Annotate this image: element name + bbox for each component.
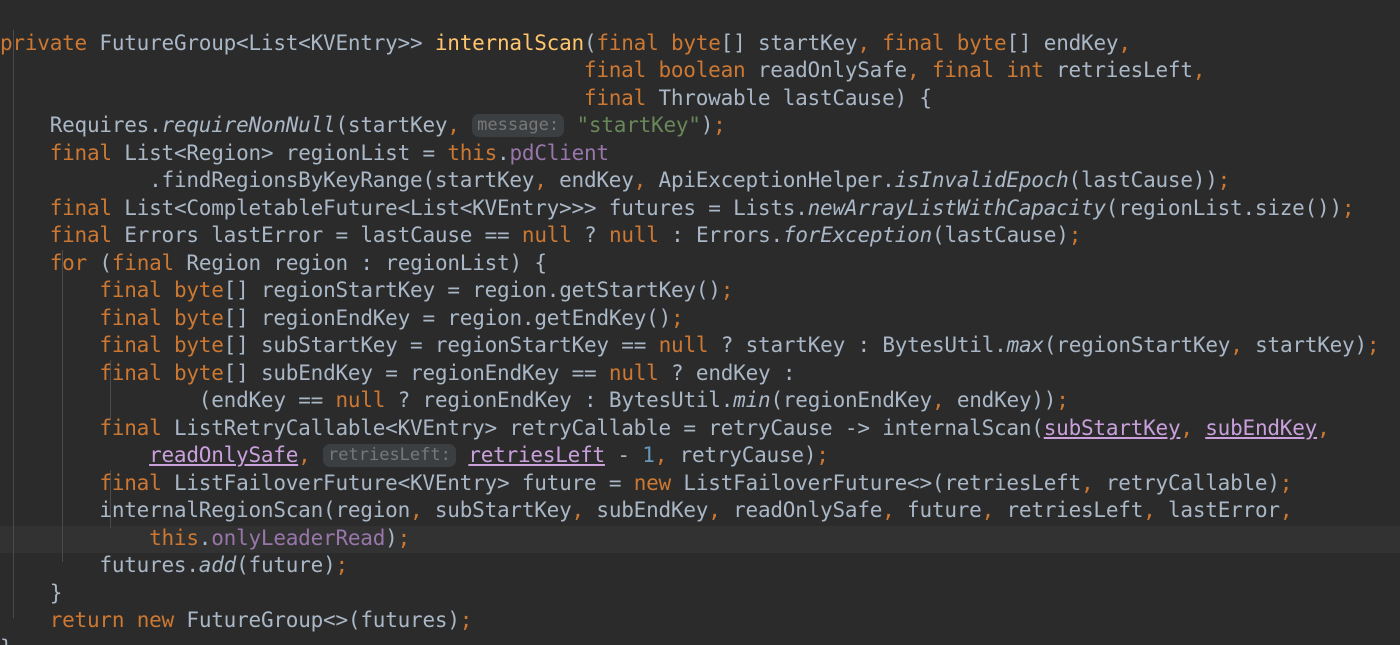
inlay-hint-retriesleft: retriesLeft: [323,444,456,467]
code-line-4: Requires.requireNonNull(startKey, messag… [49,113,726,137]
code-line-22: return new FutureGroup<>(futures); [49,608,473,632]
code-line-19: this.onlyLeaderRead); [149,525,411,550]
code-line-14: (endKey == null ? regionEndKey : BytesUt… [198,388,1069,412]
code-line-15: final ListRetryCallable<KVEntry> retryCa… [99,415,1330,440]
code-line-18: internalRegionScan(region, subStartKey, … [99,498,1293,522]
code-line-17: final ListFailoverFuture<KVEntry> future… [99,470,1293,495]
code-line-1: private FutureGroup<List<KVEntry>> inter… [0,30,1131,55]
code-line-21: } [49,580,63,605]
code-line-11: final byte[] regionEndKey = region.getEn… [99,305,684,330]
code-line-5: final List<Region> regionList = this.pdC… [49,140,609,165]
highlighted-identifier-retriesleft: retriesLeft [468,443,605,467]
code-line-12: final byte[] subStartKey = regionStartKe… [99,333,1380,357]
code-line-20: futures.add(future); [99,553,348,577]
inlay-hint-message: message: [472,114,565,137]
code-line-9: for (final Region region : regionList) { [49,250,547,275]
code-line-7: final List<CompletableFuture<List<KVEntr… [49,195,1355,220]
code-line-16: readOnlySafe, retriesLeft: retriesLeft -… [149,443,829,467]
code-line-6: .findRegionsByKeyRange(startKey, endKey,… [149,168,1231,192]
code-line-2: final boolean readOnlySafe, final int re… [583,58,1206,82]
highlighted-identifier-readonlysafe: readOnlySafe [149,443,299,467]
code-line-23: } [0,635,1400,645]
code-text[interactable]: private FutureGroup<List<KVEntry>> inter… [0,0,1400,645]
highlighted-identifier-subendkey: subEndKey [1205,415,1318,440]
code-line-10: final byte[] regionStartKey = region.get… [99,278,734,302]
code-line-3: final Throwable lastCause) { [583,85,932,110]
code-line-13: final byte[] subEndKey = regionEndKey ==… [99,360,796,385]
code-line-8: final Errors lastError = lastCause == nu… [49,223,1082,247]
highlighted-identifier-substartkey: subStartKey [1043,415,1181,440]
code-editor[interactable]: private FutureGroup<List<KVEntry>> inter… [0,0,1400,645]
